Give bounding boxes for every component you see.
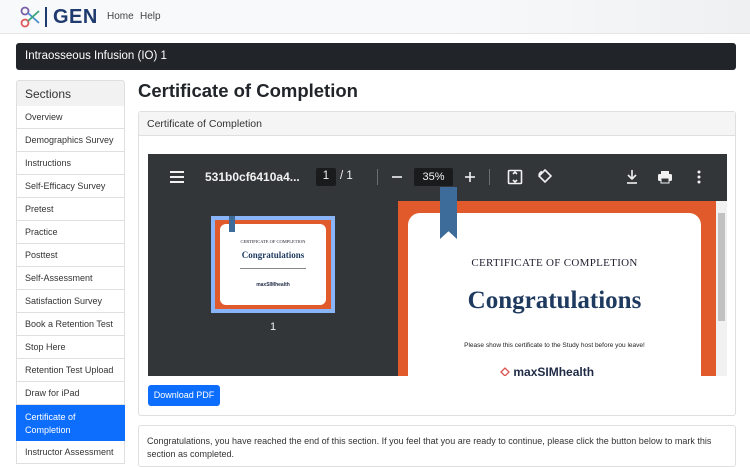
fit-page-icon[interactable] [507, 169, 523, 185]
top-navbar: GEN Home Help [0, 0, 750, 34]
page-thumbnail[interactable]: CERTIFICATE OF COMPLETION Congratulation… [211, 216, 335, 313]
sidebar-item-certificate-of-completion[interactable]: Certificate of Completion [16, 405, 125, 441]
svg-text:CERTIFICATE OF COMPLETION: CERTIFICATE OF COMPLETION [241, 239, 307, 244]
document-pane[interactable]: CERTIFICATE OF COMPLETION Congratulation… [398, 187, 727, 376]
pdf-scrollbar[interactable] [716, 201, 727, 376]
pdf-filename: 531b0cf6410a4... [205, 170, 300, 184]
certificate-congrats: Congratulations [467, 287, 642, 314]
print-icon[interactable] [657, 170, 673, 184]
thumbnail-pane: CERTIFICATE OF COMPLETION Congratulation… [148, 201, 398, 376]
logo-mark-icon [500, 367, 510, 376]
scissors-logo-icon [20, 6, 40, 28]
brand-divider [45, 7, 47, 27]
svg-text:maxSIMhealth: maxSIMhealth [256, 282, 290, 288]
toolbar-divider [377, 169, 378, 185]
sidebar-item-self-assessment[interactable]: Self-Assessment [16, 267, 125, 290]
sidebar-item-instructor-assessment[interactable]: Instructor Assessment [16, 441, 125, 464]
toolbar-divider [489, 169, 490, 185]
thumbnail-preview: CERTIFICATE OF COMPLETION Congratulation… [220, 239, 326, 288]
rotate-icon[interactable] [536, 168, 553, 185]
nav-home-link[interactable]: Home [107, 11, 134, 22]
zoom-level-input[interactable]: 35% [414, 168, 453, 186]
sidebar-item-pretest[interactable]: Pretest [16, 198, 125, 221]
certificate-message: Please show this certificate to the Stud… [464, 342, 645, 349]
sidebar-item-practice[interactable]: Practice [16, 221, 125, 244]
pdf-toolbar: 531b0cf6410a4... 1 / 1 35% [148, 154, 727, 201]
sidebar-item-overview[interactable]: Overview [16, 106, 125, 129]
certificate-card: Certificate of Completion 531b0cf6410a4.… [138, 111, 736, 416]
svg-text:Congratulations: Congratulations [242, 250, 305, 260]
course-title-bar: Intraosseous Infusion (IO) 1 [16, 43, 736, 70]
brand-logo[interactable]: GEN [20, 5, 98, 29]
certificate-heading: CERTIFICATE OF COMPLETION [471, 257, 638, 269]
zoom-out-icon[interactable] [391, 171, 403, 183]
certificate-ribbon [440, 187, 457, 239]
page-title: Certificate of Completion [138, 80, 358, 101]
sidebar-item-self-efficacy-survey[interactable]: Self-Efficacy Survey [16, 175, 125, 198]
scrollbar-thumb[interactable] [718, 213, 725, 321]
download-icon[interactable] [625, 169, 639, 185]
zoom-in-icon[interactable] [464, 171, 476, 183]
sidebar-item-demographics-survey[interactable]: Demographics Survey [16, 129, 125, 152]
completion-notice: Congratulations, you have reached the en… [138, 425, 736, 467]
page-number-input[interactable]: 1 [316, 168, 336, 186]
sidebar-item-book-retention-test[interactable]: Book a Retention Test [16, 313, 125, 336]
sidebar-item-instructions[interactable]: Instructions [16, 152, 125, 175]
more-options-icon[interactable] [696, 169, 702, 185]
page-total: / 1 [340, 170, 353, 182]
sidebar-item-draw-for-ipad[interactable]: Draw for iPad [16, 382, 125, 405]
sections-sidebar: Sections Overview Demographics Survey In… [16, 80, 125, 464]
sidebar-item-stop-here[interactable]: Stop Here [16, 336, 125, 359]
nav-help-link[interactable]: Help [140, 11, 161, 22]
sidebar-item-posttest[interactable]: Posttest [16, 244, 125, 267]
certificate-logo: maxSIMhealth [500, 365, 594, 376]
download-pdf-button[interactable]: Download PDF [148, 385, 220, 406]
pdf-viewer[interactable]: 531b0cf6410a4... 1 / 1 35% CERTIFICATE O… [148, 154, 727, 376]
sidebar-item-retention-test-upload[interactable]: Retention Test Upload [16, 359, 125, 382]
sidebar-heading: Sections [16, 80, 125, 106]
sidebar-item-satisfaction-survey[interactable]: Satisfaction Survey [16, 290, 125, 313]
thumbnail-page-number: 1 [269, 321, 277, 333]
brand-name: GEN [53, 5, 98, 28]
menu-icon[interactable] [170, 171, 184, 183]
course-title: Intraosseous Infusion (IO) 1 [25, 50, 167, 62]
card-header: Certificate of Completion [139, 112, 735, 136]
certificate-logo-text: maxSIMhealth [513, 365, 595, 376]
thumbnail-ribbon [229, 216, 235, 232]
certificate-page: CERTIFICATE OF COMPLETION Congratulation… [398, 187, 716, 376]
